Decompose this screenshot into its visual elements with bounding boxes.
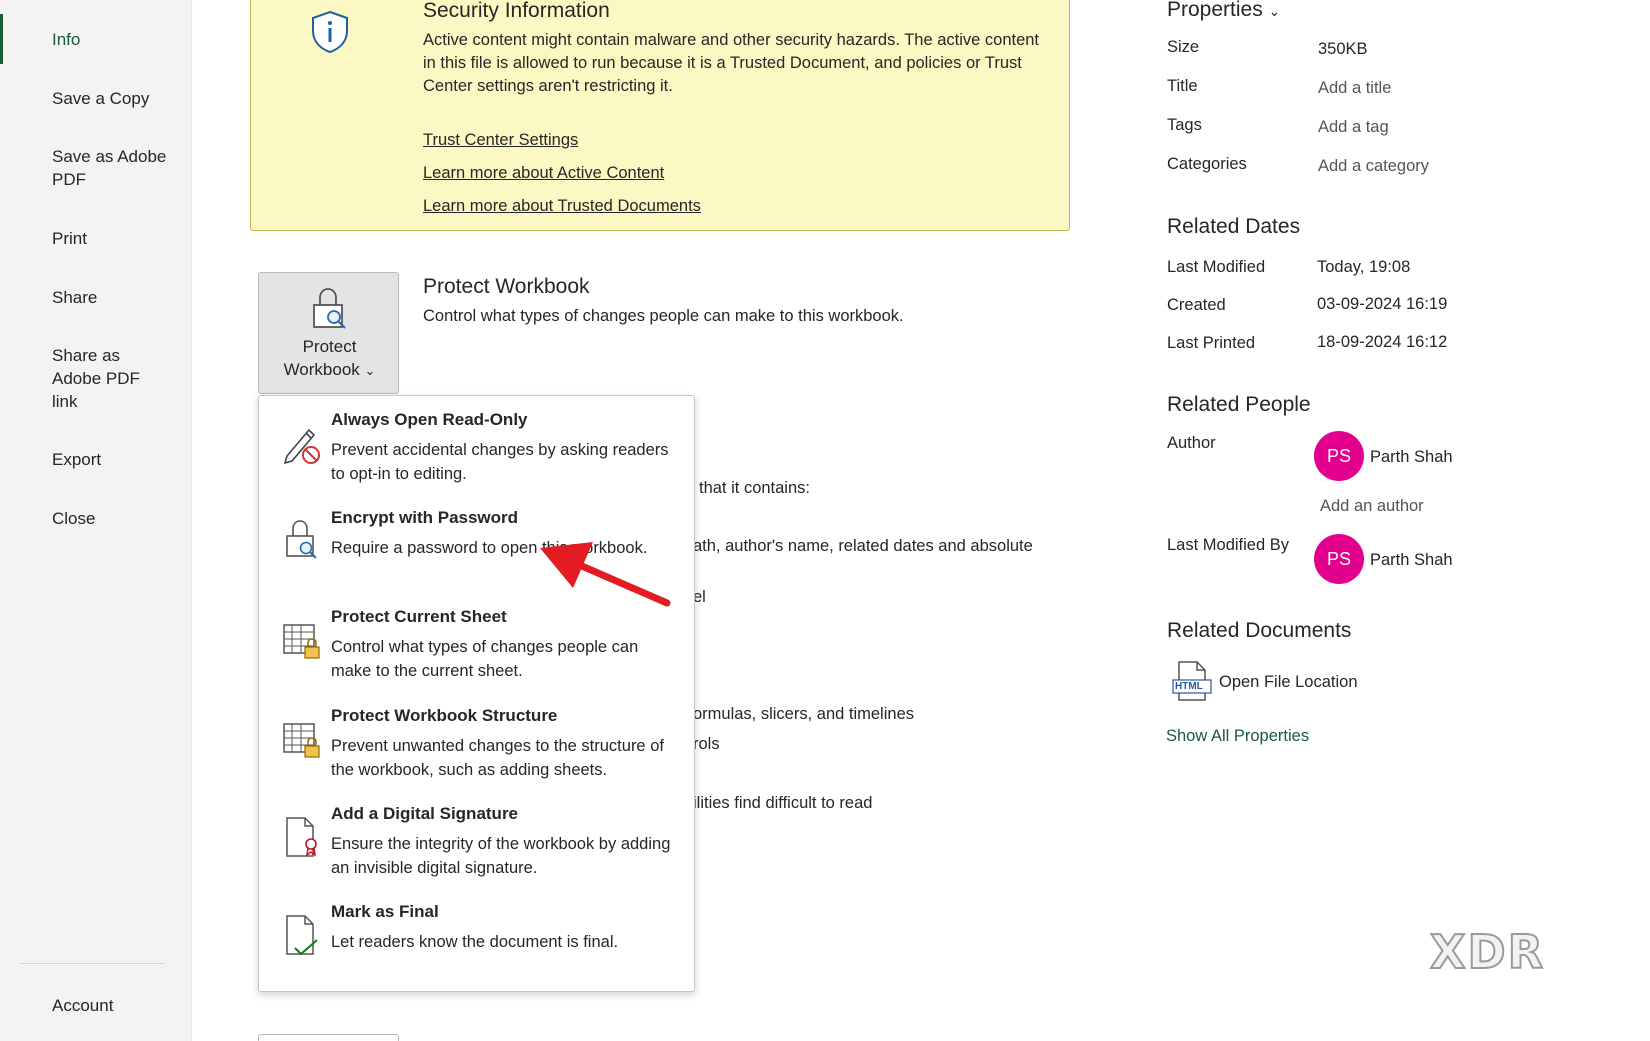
date-label: Last Printed bbox=[1167, 334, 1256, 352]
nav-save-as-adobe-pdf[interactable]: Save as Adobe PDF bbox=[52, 145, 172, 191]
properties-heading[interactable]: Properties ⌄ bbox=[1167, 0, 1280, 22]
property-label: Title bbox=[1167, 77, 1198, 95]
sidebar-divider bbox=[20, 963, 165, 964]
menu-item-description: Prevent unwanted changes to the structur… bbox=[331, 737, 664, 779]
protect-label-text: Workbook bbox=[283, 360, 360, 379]
menu-always-open-read-only[interactable]: Always Open Read-Only Prevent accidental… bbox=[259, 396, 694, 492]
property-label: Size bbox=[1167, 38, 1200, 56]
workbook-lock-icon bbox=[283, 723, 320, 758]
related-dates-heading: Related Dates bbox=[1167, 215, 1301, 238]
red-arrow-annotation bbox=[540, 542, 671, 607]
chevron-down-icon: ⌄ bbox=[1268, 3, 1281, 19]
menu-mark-as-final[interactable]: Mark as Final Let readers know the docum… bbox=[259, 888, 694, 984]
protect-workbook-title: Protect Workbook bbox=[423, 275, 590, 298]
date-label: Last Modified bbox=[1167, 258, 1266, 276]
protect-workbook-label: Protect Workbook ⌄ bbox=[259, 335, 400, 382]
protect-label-line1: Protect bbox=[302, 337, 357, 356]
property-value-size: 350KB bbox=[1318, 40, 1368, 58]
nav-share[interactable]: Share bbox=[52, 286, 97, 309]
open-file-location-link[interactable]: Open File Location bbox=[1219, 673, 1358, 692]
background-text: ilities find difficult to read bbox=[693, 794, 873, 812]
related-people-heading: Related People bbox=[1167, 393, 1311, 416]
document-check-icon bbox=[286, 915, 318, 956]
inspect-button-edge[interactable] bbox=[258, 1034, 399, 1041]
html-file-icon: HTML bbox=[1171, 660, 1213, 702]
active-indicator bbox=[0, 14, 3, 64]
menu-item-title: Mark as Final bbox=[331, 902, 439, 921]
date-label: Created bbox=[1167, 296, 1226, 314]
author-name[interactable]: Parth Shah bbox=[1370, 448, 1453, 467]
last-modified-by-label: Last Modified By bbox=[1167, 536, 1289, 554]
property-label: Tags bbox=[1167, 116, 1202, 134]
menu-item-description: Control what types of changes people can… bbox=[331, 638, 639, 680]
menu-protect-workbook-structure[interactable]: Protect Workbook Structure Prevent unwan… bbox=[259, 692, 694, 788]
nav-close[interactable]: Close bbox=[52, 507, 95, 530]
trusted-documents-link[interactable]: Learn more about Trusted Documents bbox=[423, 197, 701, 216]
author-label: Author bbox=[1167, 434, 1216, 452]
date-created: 03-09-2024 16:19 bbox=[1317, 295, 1448, 313]
menu-item-title: Encrypt with Password bbox=[331, 508, 519, 527]
add-author-link[interactable]: Add an author bbox=[1320, 497, 1424, 516]
property-value-categories[interactable]: Add a category bbox=[1318, 157, 1429, 176]
nav-export[interactable]: Export bbox=[52, 448, 101, 471]
nav-share-as-adobe-pdf-link[interactable]: Share as Adobe PDF link bbox=[52, 344, 152, 413]
menu-item-description: Ensure the integrity of the workbook by … bbox=[331, 835, 671, 877]
menu-add-digital-signature[interactable]: Add a Digital Signature Ensure the integ… bbox=[259, 790, 694, 886]
background-text: rols bbox=[693, 735, 720, 753]
protect-workbook-menu: Always Open Read-Only Prevent accidental… bbox=[258, 395, 695, 992]
menu-item-title: Always Open Read-Only bbox=[331, 410, 528, 429]
date-last-printed: 18-09-2024 16:12 bbox=[1317, 333, 1448, 351]
nav-info[interactable]: Info bbox=[52, 28, 80, 51]
protect-workbook-description: Control what types of changes people can… bbox=[423, 307, 904, 325]
properties-heading-text: Properties bbox=[1167, 0, 1263, 21]
protect-label-line2: Workbook ⌄ bbox=[259, 358, 400, 382]
active-content-link[interactable]: Learn more about Active Content bbox=[423, 164, 664, 183]
property-value-tags[interactable]: Add a tag bbox=[1318, 118, 1389, 137]
backstage-sidebar: Info Save a Copy Save as Adobe PDF Print… bbox=[0, 0, 192, 1041]
lock-key-icon bbox=[313, 288, 346, 329]
date-last-modified: Today, 19:08 bbox=[1317, 258, 1411, 276]
avatar[interactable]: PS bbox=[1314, 431, 1364, 481]
show-all-properties-link[interactable]: Show All Properties bbox=[1166, 727, 1309, 746]
menu-item-title: Protect Workbook Structure bbox=[331, 706, 558, 725]
nav-account[interactable]: Account bbox=[52, 994, 113, 1017]
last-modified-by-name[interactable]: Parth Shah bbox=[1370, 551, 1453, 570]
nav-print[interactable]: Print bbox=[52, 227, 87, 250]
xda-watermark-logo: XDR bbox=[1429, 924, 1546, 980]
property-label: Categories bbox=[1167, 155, 1247, 173]
security-title: Security Information bbox=[423, 0, 610, 22]
related-documents-heading: Related Documents bbox=[1167, 619, 1352, 642]
nav-save-a-copy[interactable]: Save a Copy bbox=[52, 87, 149, 110]
security-information-panel: Security Information Active content migh… bbox=[250, 0, 1070, 231]
protect-workbook-button[interactable]: Protect Workbook ⌄ bbox=[258, 272, 399, 394]
menu-item-title: Protect Current Sheet bbox=[331, 607, 507, 626]
menu-item-title: Add a Digital Signature bbox=[331, 804, 519, 823]
menu-item-description: Let readers know the document is final. bbox=[331, 933, 619, 951]
document-ribbon-icon bbox=[286, 817, 317, 857]
html-badge: HTML bbox=[1175, 681, 1203, 692]
menu-item-description: Prevent accidental changes by asking rea… bbox=[331, 441, 669, 483]
background-text: ormulas, slicers, and timelines bbox=[693, 705, 914, 723]
pencil-blocked-icon bbox=[283, 428, 320, 465]
sheet-lock-icon bbox=[283, 624, 320, 659]
background-text: ath, author's name, related dates and ab… bbox=[693, 537, 1033, 555]
lock-key-icon bbox=[286, 520, 317, 559]
chevron-down-icon: ⌄ bbox=[364, 363, 376, 378]
property-value-title[interactable]: Add a title bbox=[1318, 79, 1391, 98]
security-description: Active content might contain malware and… bbox=[423, 31, 1040, 95]
shield-info-icon bbox=[312, 10, 348, 54]
trust-center-settings-link[interactable]: Trust Center Settings bbox=[423, 131, 578, 150]
avatar[interactable]: PS bbox=[1314, 534, 1364, 584]
background-text: that it contains: bbox=[699, 479, 810, 497]
